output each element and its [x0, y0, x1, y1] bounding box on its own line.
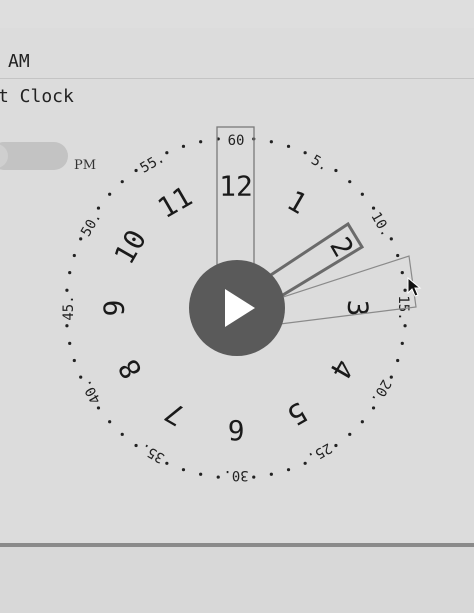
minute-dot	[65, 288, 69, 292]
minute-dot	[396, 358, 400, 363]
minute-dot	[199, 472, 203, 476]
minute-dot	[389, 375, 393, 379]
minute-label: 5.	[308, 152, 331, 174]
play-icon	[225, 289, 255, 327]
bottom-area	[0, 547, 474, 613]
minute-dot	[199, 140, 203, 144]
minute-dot	[286, 468, 291, 472]
minute-dot	[181, 468, 186, 472]
minute-dot	[269, 472, 273, 476]
mouse-pointer-icon	[406, 276, 424, 302]
minute-label: 25.	[305, 439, 335, 466]
minute-dot	[134, 168, 138, 173]
minute-dot	[134, 443, 138, 448]
minute-dot	[286, 144, 291, 148]
minute-dot	[371, 406, 376, 410]
minute-dot	[108, 420, 112, 424]
hour-label[interactable]: 10	[108, 224, 153, 270]
minute-dot	[68, 271, 72, 275]
minute-dot	[348, 180, 352, 184]
minute-dot	[96, 406, 101, 410]
hour-label[interactable]: 9	[98, 300, 131, 317]
minute-label: 35.	[138, 439, 168, 466]
hour-label[interactable]: 8	[112, 353, 149, 384]
minute-dot	[334, 443, 338, 448]
hour-label[interactable]: 12	[219, 170, 253, 203]
minute-dot	[303, 151, 307, 155]
minute-dot	[334, 168, 338, 173]
hour-label[interactable]: 1	[281, 184, 312, 221]
hour-label[interactable]: 11	[152, 180, 198, 225]
minute-dot	[252, 475, 256, 479]
minute-dot	[72, 358, 76, 363]
minute-dot	[165, 151, 169, 155]
minute-label: 55.	[138, 150, 168, 177]
minute-dot	[68, 341, 72, 345]
minute-dot	[96, 206, 101, 210]
minute-dot	[79, 237, 83, 241]
minute-dot	[269, 140, 273, 144]
minute-label: 45.	[61, 295, 77, 320]
minute-dot	[165, 461, 169, 465]
minute-label: 60	[228, 133, 245, 149]
minute-dot	[120, 180, 124, 184]
hour-label[interactable]: 5	[281, 395, 312, 432]
hour-label[interactable]: 7	[159, 395, 190, 432]
minute-label: 10.	[367, 210, 394, 240]
minute-dot	[108, 192, 112, 196]
minute-dot	[348, 432, 352, 436]
minute-dot	[389, 237, 393, 241]
minute-dot	[360, 192, 364, 196]
play-button[interactable]	[189, 260, 285, 356]
minute-label: 50.	[78, 210, 105, 240]
minute-dot	[65, 324, 69, 328]
minute-dot	[303, 461, 307, 465]
minute-dot	[72, 253, 76, 258]
minute-label: 30.	[223, 467, 248, 483]
minute-label: 40.	[78, 377, 105, 407]
minute-dot	[400, 271, 404, 275]
minute-dot	[79, 375, 83, 379]
minute-dot	[371, 206, 376, 210]
minute-dot	[360, 420, 364, 424]
minute-dot	[396, 253, 400, 258]
minute-dot	[216, 475, 220, 479]
minute-dot	[403, 324, 407, 328]
minute-dot	[120, 432, 124, 436]
minute-dot	[181, 144, 186, 148]
hour-label[interactable]: 4	[323, 353, 360, 384]
minute-dot	[400, 341, 404, 345]
minute-label: 20.	[367, 377, 394, 407]
hour-label[interactable]: 6	[228, 414, 245, 447]
